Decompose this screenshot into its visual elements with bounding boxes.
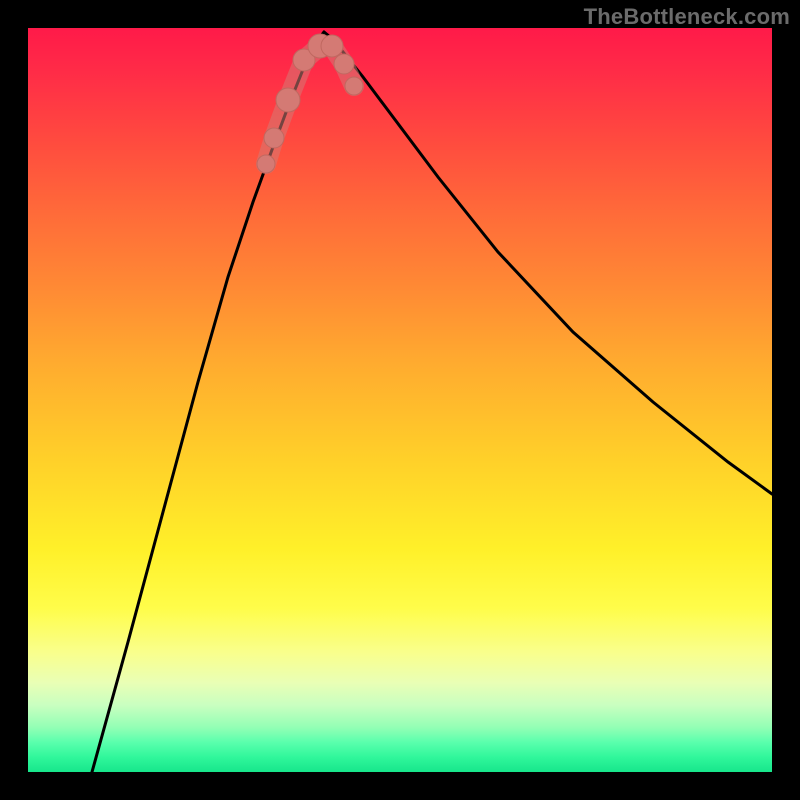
plot-area [28, 28, 772, 772]
marker-dot [334, 54, 354, 74]
curve-right [324, 32, 772, 494]
marker-dot [264, 128, 284, 148]
curve-left [92, 32, 324, 772]
marker-dot [345, 77, 363, 95]
chart-svg [28, 28, 772, 772]
watermark-text: TheBottleneck.com [584, 4, 790, 30]
curve-right-path [324, 32, 772, 494]
marker-segment [257, 34, 363, 173]
marker-dot [257, 155, 275, 173]
marker-dot [321, 35, 343, 57]
curve-left-path [92, 32, 324, 772]
chart-frame: TheBottleneck.com [0, 0, 800, 800]
marker-dot [276, 88, 300, 112]
